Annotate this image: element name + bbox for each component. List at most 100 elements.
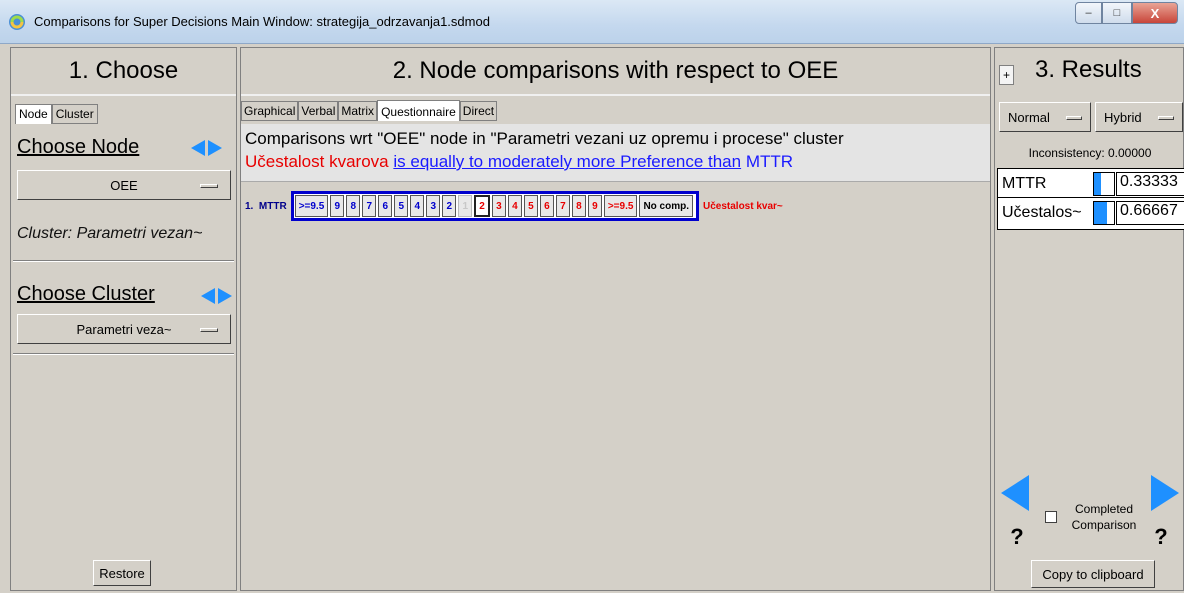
method-value: Hybrid	[1104, 109, 1142, 125]
tab-questionnaire[interactable]: Questionnaire	[377, 100, 460, 121]
scale-right-2-selected[interactable]: 2	[474, 195, 490, 217]
dropdown-indicator-icon	[200, 184, 218, 188]
cluster-info: Cluster: Parametri vezan~	[17, 225, 203, 242]
choose-pane: 1. Choose Node Cluster Choose Node OEE C…	[10, 47, 237, 591]
window-controls: – □ X	[1075, 2, 1178, 24]
scale-right-9-5[interactable]: >=9.5	[603, 195, 638, 217]
result-value: 0.66667	[1116, 201, 1184, 225]
next-node-arrow-icon[interactable]	[208, 140, 222, 156]
other-node-label: MTTR	[745, 152, 794, 171]
scale-left-6[interactable]: 6	[378, 195, 393, 217]
comparison-scale: >=9.5 9 8 7 6 5 4 3 2 1 2 3 4 5 6 7 8 9 …	[290, 191, 699, 221]
app-icon	[9, 14, 25, 30]
node-select-value: OEE	[110, 177, 138, 193]
comparison-sentence: Učestalost kvarova is equally to moderat…	[245, 152, 793, 172]
choose-node-label: Choose Node	[17, 136, 140, 158]
tab-node[interactable]: Node	[15, 104, 52, 124]
priority-bar-fill	[1094, 173, 1101, 195]
next-comparison-arrow-icon[interactable]	[1151, 475, 1179, 511]
node-select[interactable]: OEE	[17, 170, 231, 200]
results-pane: + 3. Results Normal Hybrid Inconsistency…	[994, 47, 1184, 591]
dropdown-indicator-icon	[1158, 116, 1174, 120]
scale-left-4[interactable]: 4	[410, 195, 425, 217]
scale-left-9[interactable]: 9	[330, 195, 345, 217]
dropdown-indicator-icon	[200, 328, 218, 332]
question-mark-icon: ?	[1010, 524, 1024, 549]
tab-graphical[interactable]: Graphical	[241, 101, 299, 121]
scale-left-3[interactable]: 3	[426, 195, 441, 217]
comparisons-pane: 2. Node comparisons with respect to OEE …	[240, 47, 991, 591]
copy-to-clipboard-button[interactable]: Copy to clipboard	[1031, 560, 1155, 588]
next-unfinished-button[interactable]: ?	[1141, 520, 1181, 554]
prev-cluster-arrow-icon[interactable]	[201, 288, 215, 304]
completed-checkbox[interactable]	[1045, 511, 1057, 523]
scale-right-9[interactable]: 9	[587, 195, 602, 217]
maximize-button[interactable]: □	[1102, 2, 1132, 24]
scale-right-4[interactable]: 4	[507, 195, 522, 217]
divider	[13, 353, 234, 355]
result-name: Učestalos~	[1002, 204, 1082, 221]
result-name: MTTR	[1002, 175, 1047, 192]
priority-bar	[1093, 172, 1115, 196]
comparisons-title: 2. Node comparisons with respect to OEE	[241, 48, 990, 96]
node-nav-arrows	[191, 140, 222, 156]
scale-right-5[interactable]: 5	[523, 195, 538, 217]
close-button[interactable]: X	[1132, 2, 1178, 24]
result-row: MTTR 0.33333	[997, 168, 1184, 198]
comparison-mode-tabs: Graphical Verbal Matrix Questionnaire Di…	[241, 100, 498, 121]
scale-equal-1[interactable]: 1	[458, 195, 473, 217]
tab-matrix[interactable]: Matrix	[338, 101, 378, 121]
result-row: Učestalos~ 0.66667	[997, 198, 1184, 230]
tab-direct[interactable]: Direct	[459, 101, 498, 121]
choose-tabs: Node Cluster	[15, 104, 98, 124]
dropdown-indicator-icon	[1066, 116, 1082, 120]
comparison-description: Comparisons wrt "OEE" node in "Parametri…	[241, 124, 990, 182]
restore-button[interactable]: Restore	[93, 560, 151, 586]
expand-results-button[interactable]: +	[999, 65, 1014, 85]
no-comparison-button[interactable]: No comp.	[639, 195, 693, 217]
divider	[13, 260, 234, 262]
scale-left-5[interactable]: 5	[394, 195, 409, 217]
next-cluster-arrow-icon[interactable]	[218, 288, 232, 304]
choose-title: 1. Choose	[11, 48, 236, 96]
results-title: 3. Results	[1035, 56, 1142, 83]
questionnaire-row: 1. MTTR >=9.5 9 8 7 6 5 4 3 2 1 2 3 4 5 …	[245, 189, 783, 223]
result-value: 0.33333	[1116, 172, 1184, 196]
title-bar: Comparisons for Super Decisions Main Win…	[0, 0, 1184, 44]
tab-cluster[interactable]: Cluster	[51, 104, 98, 124]
priority-bar	[1093, 201, 1115, 225]
scale-left-2[interactable]: 2	[442, 195, 457, 217]
cluster-select[interactable]: Parametri veza~	[17, 314, 231, 344]
scale-right-7[interactable]: 7	[555, 195, 570, 217]
row-left-label: 1. MTTR	[245, 201, 287, 212]
scale-right-6[interactable]: 6	[539, 195, 554, 217]
scale-left-7[interactable]: 7	[362, 195, 377, 217]
cluster-nav-arrows	[201, 288, 232, 304]
row-left-node: MTTR	[258, 200, 287, 212]
minimize-button[interactable]: –	[1075, 2, 1102, 24]
completed-label: Completed Comparison	[1071, 502, 1137, 532]
cluster-select-value: Parametri veza~	[76, 321, 172, 337]
scale-right-3[interactable]: 3	[491, 195, 506, 217]
inconsistency-value: Inconsistency: 0.00000	[1028, 146, 1152, 160]
previous-unfinished-button[interactable]: ?	[997, 520, 1037, 554]
method-select[interactable]: Hybrid	[1095, 102, 1183, 132]
row-index: 1.	[245, 200, 254, 212]
prev-node-arrow-icon[interactable]	[191, 140, 205, 156]
normalization-value: Normal	[1008, 109, 1050, 125]
scale-right-8[interactable]: 8	[571, 195, 586, 217]
tab-verbal[interactable]: Verbal	[298, 101, 339, 121]
question-mark-icon: ?	[1154, 524, 1168, 549]
scale-left-8[interactable]: 8	[346, 195, 361, 217]
priority-bar-fill	[1094, 202, 1108, 224]
dominant-node-label: Učestalost kvarova	[245, 152, 389, 171]
comparison-context: Comparisons wrt "OEE" node in "Parametri…	[245, 129, 844, 148]
choose-cluster-label: Choose Cluster	[17, 283, 155, 305]
previous-comparison-arrow-icon[interactable]	[1001, 475, 1029, 511]
results-table: MTTR 0.33333 Učestalos~ 0.66667	[997, 168, 1184, 230]
row-right-node: Učestalost kvar~	[703, 200, 783, 212]
scale-left-9-5[interactable]: >=9.5	[294, 195, 329, 217]
preference-phrase: is equally to moderately more Preference…	[393, 152, 742, 171]
window-title: Comparisons for Super Decisions Main Win…	[34, 14, 490, 29]
normalization-select[interactable]: Normal	[999, 102, 1091, 132]
